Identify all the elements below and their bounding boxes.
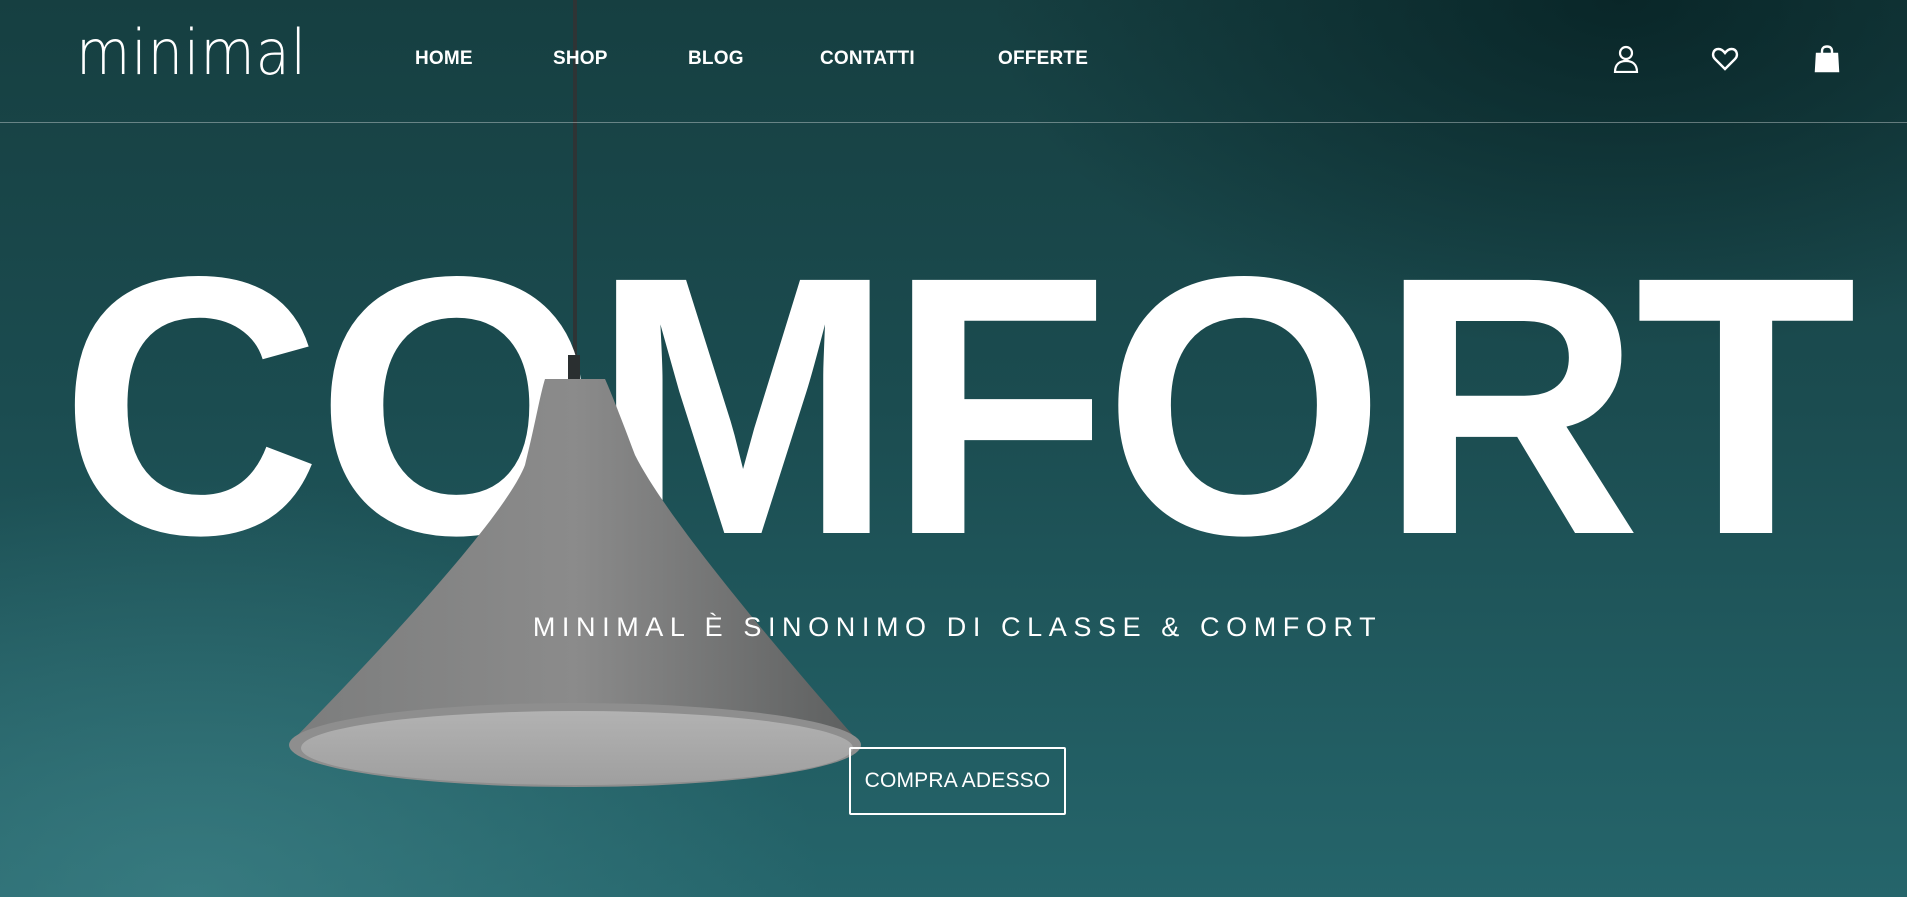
- pendant-lamp-image: [289, 355, 861, 787]
- nav-blog[interactable]: BLOG: [688, 48, 744, 70]
- site-header: minimal HOME SHOP BLOG CONTATTI OFFERTE: [0, 0, 1907, 123]
- user-icon[interactable]: [1612, 44, 1640, 74]
- nav-contatti[interactable]: CONTATTI: [820, 48, 915, 70]
- shopping-bag-icon[interactable]: [1813, 44, 1841, 74]
- hero-section: minimal HOME SHOP BLOG CONTATTI OFFERTE: [0, 0, 1907, 897]
- heart-icon[interactable]: [1711, 44, 1739, 74]
- buy-now-button[interactable]: COMPRA ADESSO: [849, 747, 1066, 815]
- nav-offerte[interactable]: OFFERTE: [998, 48, 1088, 70]
- hero-subtitle: MINIMAL È SINONIMO DI CLASSE & COMFORT: [532, 612, 1383, 642]
- nav-shop[interactable]: SHOP: [553, 48, 608, 70]
- nav-home[interactable]: HOME: [415, 48, 473, 70]
